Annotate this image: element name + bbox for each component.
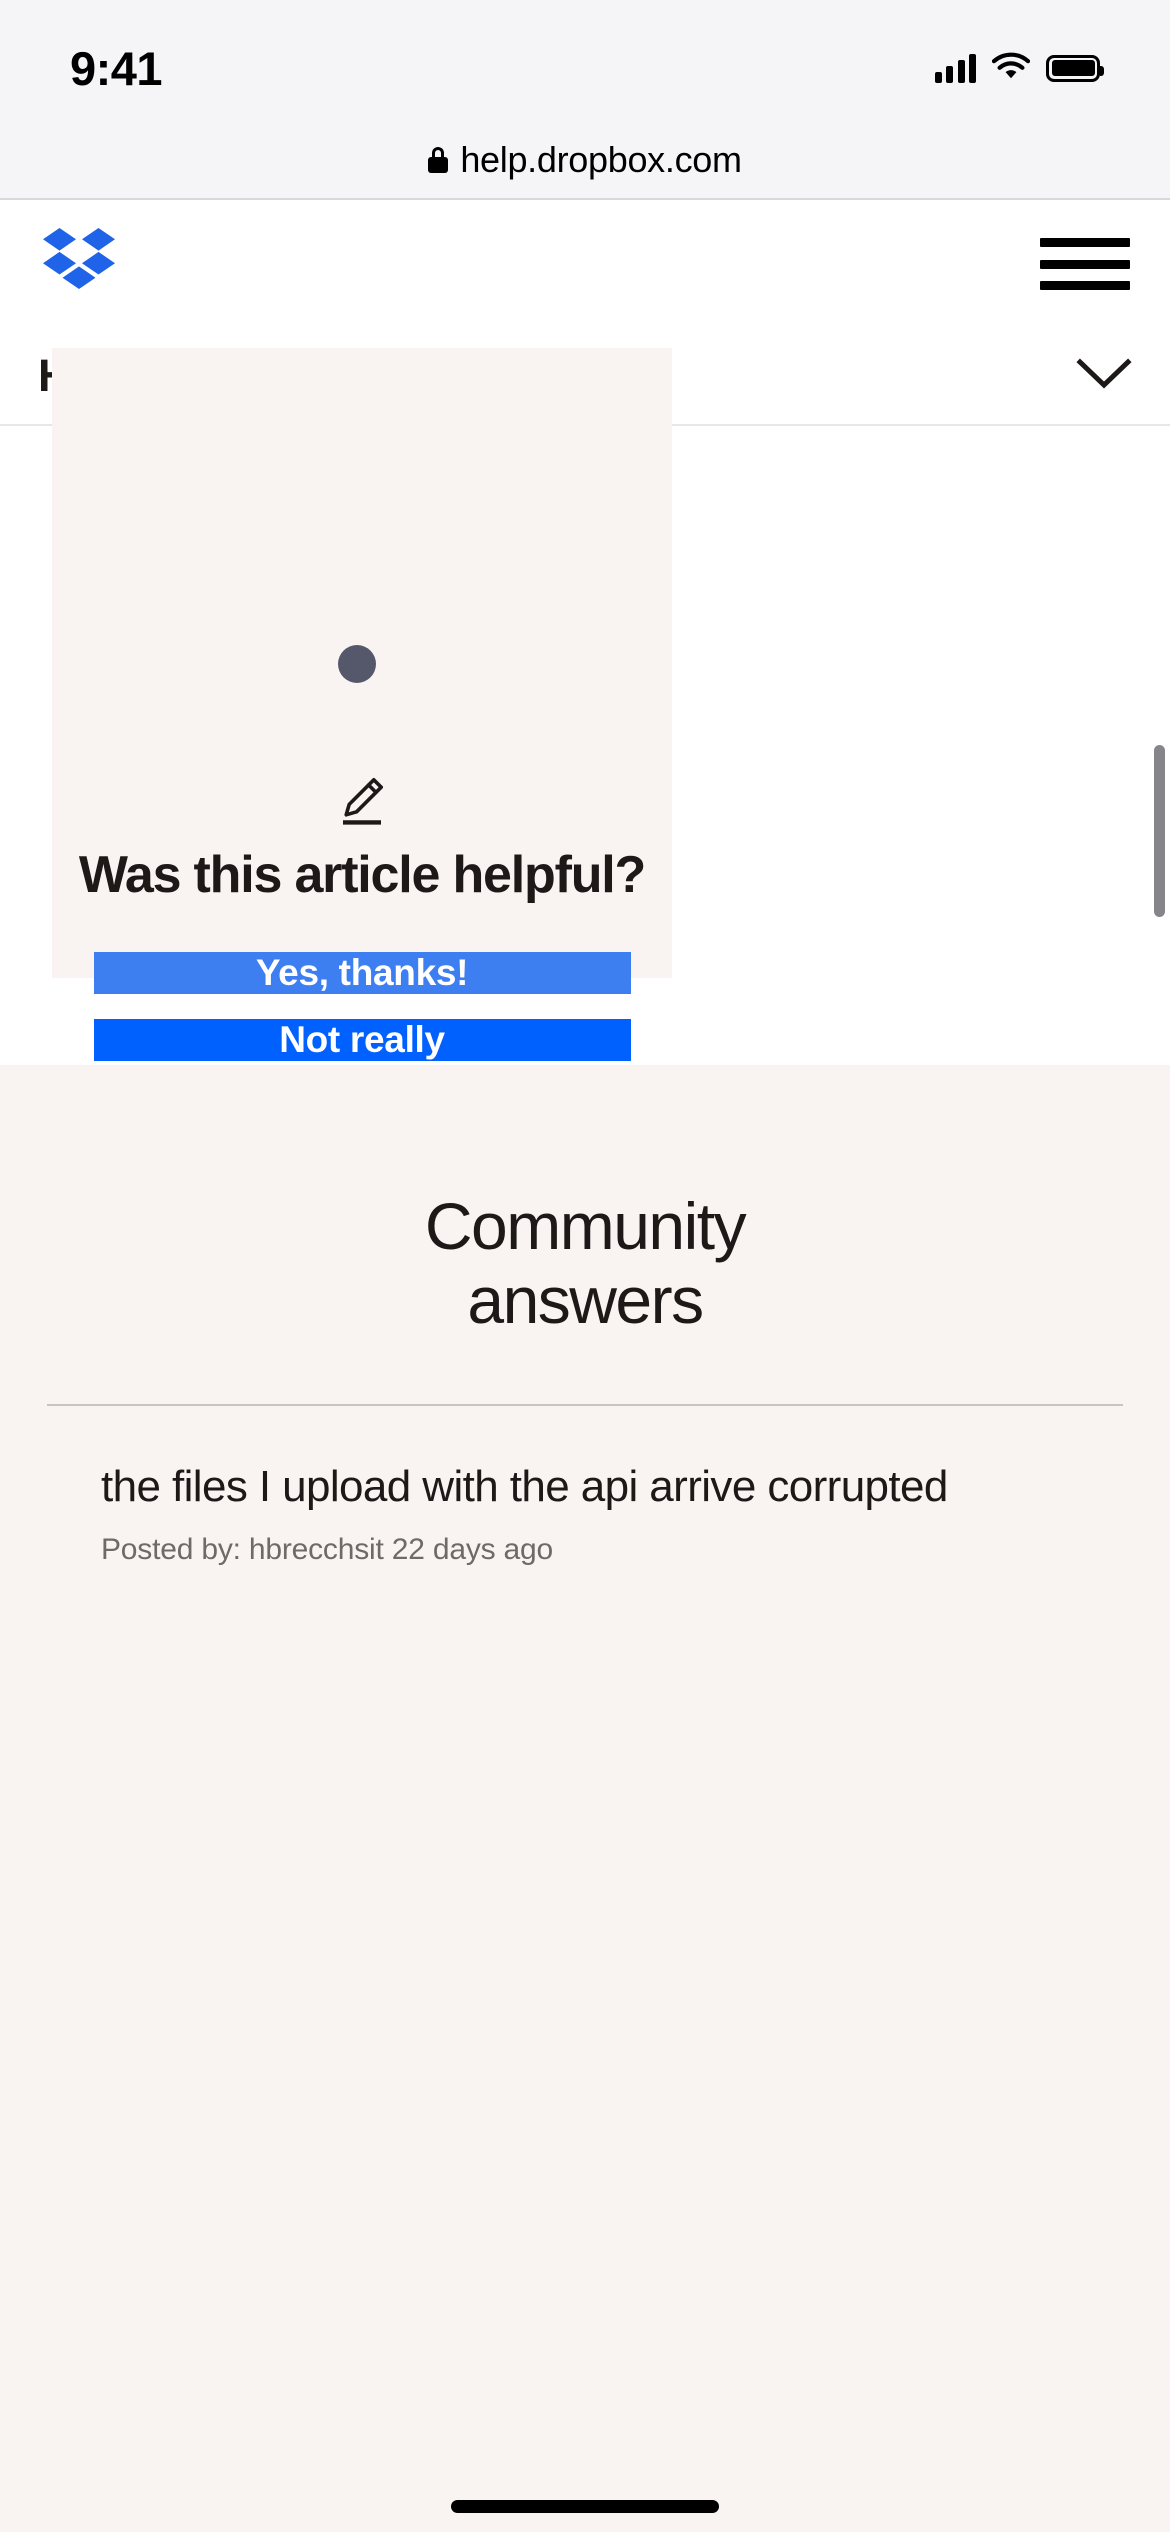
community-answers-heading: Community answers [0, 1189, 1170, 1338]
status-bar-indicators [934, 52, 1104, 85]
wifi-icon [991, 52, 1031, 85]
community-heading-line-2: answers [467, 1262, 704, 1337]
community-heading-line-1: Community [424, 1189, 747, 1263]
hamburger-menu-icon[interactable] [1040, 234, 1130, 294]
home-indicator [451, 2500, 719, 2513]
dropbox-logo-icon[interactable] [40, 226, 118, 303]
cellular-signal-icon [934, 53, 976, 83]
feedback-yes-button[interactable]: Yes, thanks! [93, 952, 631, 994]
community-post-item[interactable]: the files I upload with the api arrive c… [101, 1458, 1091, 1567]
ios-status-bar: 9:41 [0, 0, 1170, 122]
pencil-icon [339, 776, 385, 845]
lock-icon [428, 147, 449, 173]
site-header [0, 200, 1170, 328]
battery-icon [1046, 54, 1104, 82]
community-post-meta: Posted by: hbrecchsit 22 days ago [101, 1532, 554, 1566]
page-scrollbar[interactable] [1154, 745, 1165, 917]
url-text: help.dropbox.com [460, 139, 742, 180]
chevron-down-icon[interactable] [1076, 357, 1132, 396]
community-post-title[interactable]: the files I upload with the api arrive c… [101, 1458, 1091, 1517]
feedback-question: Was this article helpful? [78, 846, 646, 904]
browser-url-bar[interactable]: help.dropbox.com [0, 122, 1170, 200]
section-divider [47, 1404, 1123, 1406]
status-bar-clock: 9:41 [70, 41, 163, 95]
feedback-no-button[interactable]: Not really [93, 1019, 631, 1061]
mouse-cursor-dot [338, 645, 376, 683]
